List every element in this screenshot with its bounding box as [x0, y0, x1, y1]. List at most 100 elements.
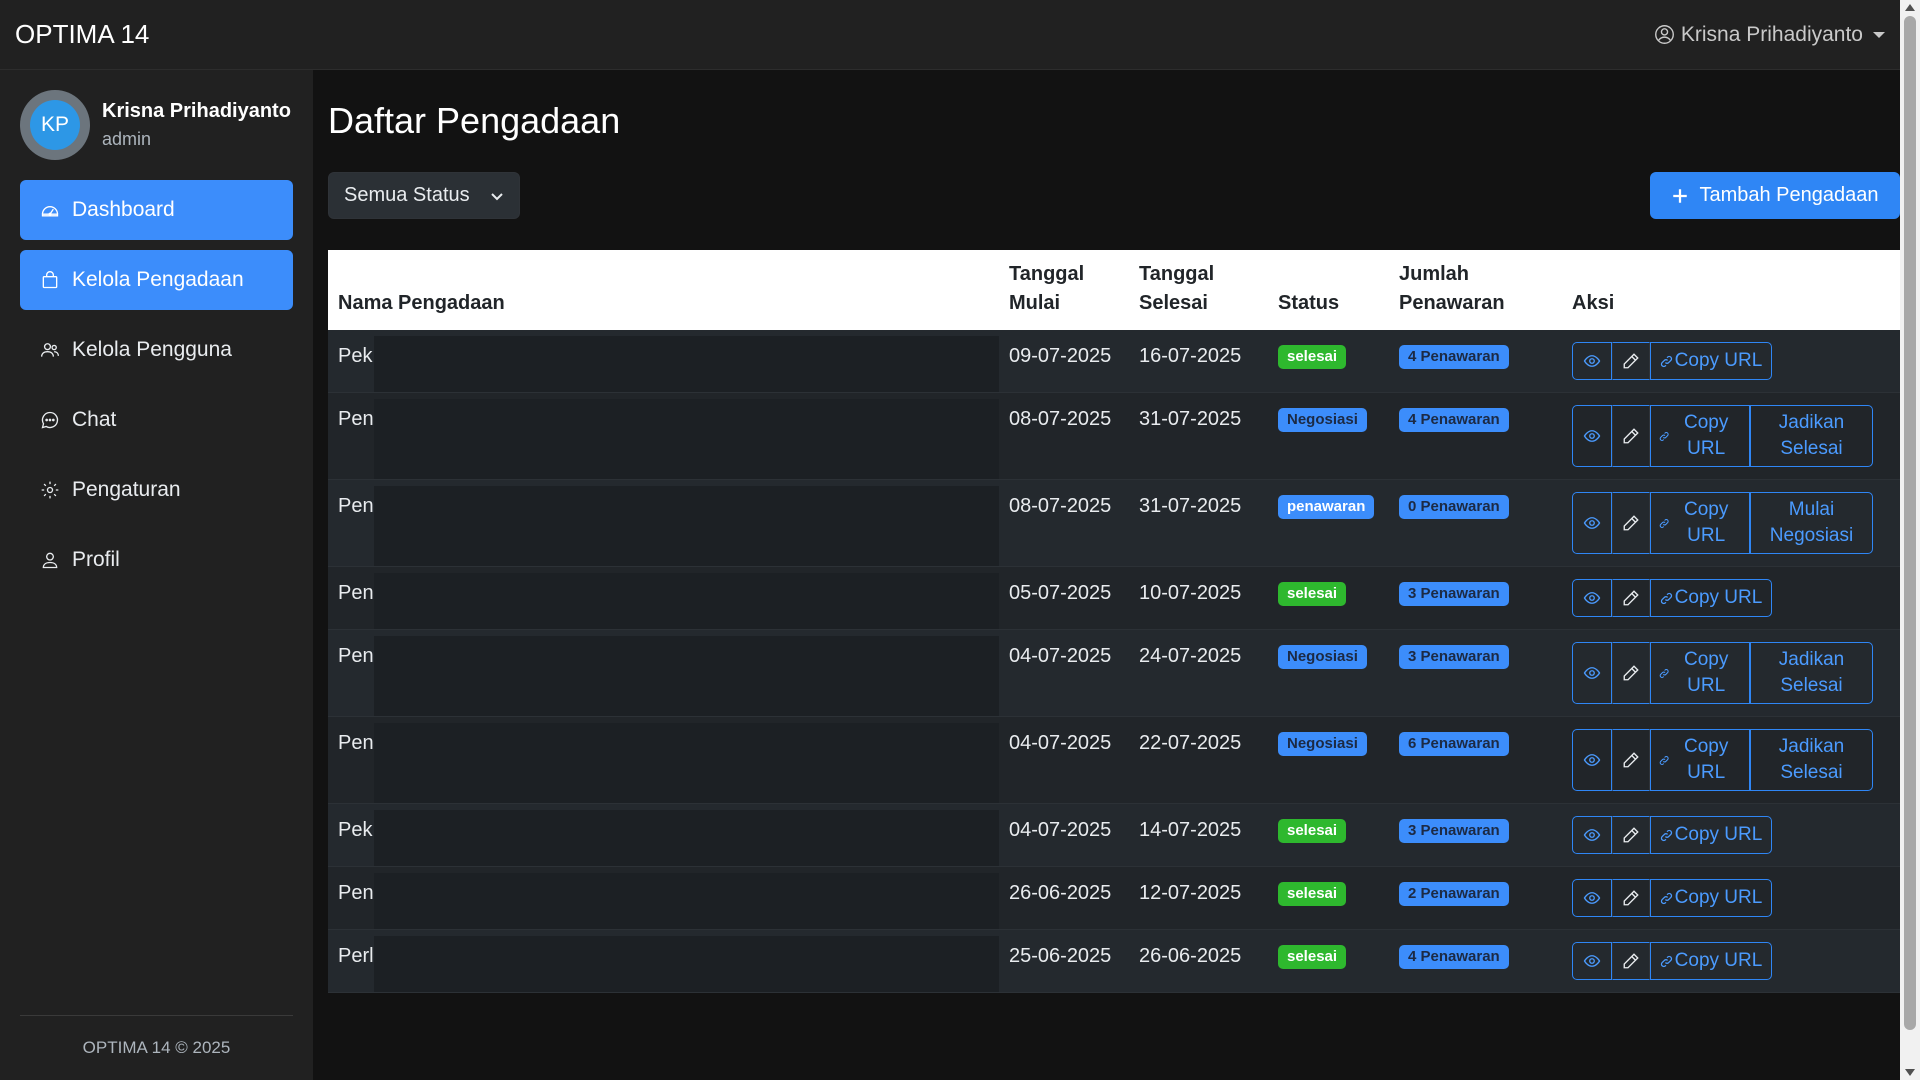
cell-status: penawaran	[1268, 479, 1389, 567]
view-button[interactable]	[1572, 492, 1612, 554]
view-button[interactable]	[1572, 405, 1612, 467]
cell-name: Pen	[328, 716, 999, 804]
cell-offers: 3 Penawaran	[1389, 803, 1562, 867]
edit-button[interactable]	[1612, 942, 1650, 980]
copy-url-button[interactable]: Copy URL	[1650, 579, 1772, 617]
sidebar-user-name: Krisna Prihadiyanto	[102, 100, 291, 122]
table-row: Pek Kan 09-07-202516-07-2025 selesai 4 Pena…	[328, 330, 1900, 393]
action-button-group: Copy URL Jadikan Selesai	[1572, 729, 1890, 791]
copy-url-label: Copy URL	[1674, 824, 1763, 845]
chevron-down-icon	[491, 192, 503, 200]
scrollbar-thumb[interactable]	[1904, 16, 1916, 1030]
table-row: Pen 05-07-2025 10-07-2025 selesai 3 Penawara…	[328, 566, 1900, 630]
view-button[interactable]	[1572, 579, 1612, 617]
view-button[interactable]	[1572, 879, 1612, 917]
edit-button[interactable]	[1612, 729, 1650, 791]
procurement-name: Pek Kan	[338, 819, 374, 841]
status-badge: selesai	[1278, 881, 1347, 906]
offers-count-badge: 3 Penawaran	[1399, 818, 1509, 843]
copy-url-label: Copy URL	[1683, 736, 1729, 783]
sidebar-item-chat[interactable]: Chat	[20, 390, 293, 450]
cell-status: selesai	[1268, 866, 1389, 930]
procurement-name: Pen	[338, 408, 374, 430]
cell-name: Pen	[328, 629, 999, 717]
status-badge: Negosiasi	[1278, 407, 1367, 432]
cell-offers: 4 Penawaran	[1389, 392, 1562, 480]
cell-actions: Copy URL	[1562, 929, 1900, 993]
view-button[interactable]	[1572, 642, 1612, 704]
cell-start-date: 04-07-2025	[999, 803, 1129, 867]
edit-button[interactable]	[1612, 642, 1650, 704]
copy-url-button[interactable]: Copy URL	[1650, 816, 1772, 854]
status-badge: selesai	[1278, 344, 1347, 369]
link-icon	[1660, 955, 1672, 967]
eye-icon	[1583, 430, 1601, 442]
cell-start-date: 08-07-2025	[999, 392, 1129, 480]
edit-button[interactable]	[1612, 342, 1650, 380]
sidebar-item-kelola-pengadaan[interactable]: Kelola Pengadaan	[20, 250, 293, 310]
cell-status: Negosiasi	[1268, 629, 1389, 717]
sidebar-item-kelola-pengguna[interactable]: Kelola Pengguna	[20, 320, 293, 380]
copy-url-button[interactable]: Copy URL	[1650, 879, 1772, 917]
view-button[interactable]	[1572, 729, 1612, 791]
dashboard-icon	[41, 206, 59, 217]
edit-button[interactable]	[1612, 816, 1650, 854]
gear-icon	[41, 481, 59, 499]
table-row: Perl 25-06-2025 26-06-2025 selesai 4 Penawar…	[328, 929, 1900, 993]
action-button-group: Copy URL	[1572, 579, 1890, 617]
copy-url-label: Copy URL	[1674, 950, 1763, 971]
view-button[interactable]	[1572, 342, 1612, 380]
view-button[interactable]	[1572, 816, 1612, 854]
status-action-button[interactable]: Jadikan Selesai	[1750, 405, 1873, 467]
copy-url-button[interactable]: Copy URL	[1650, 642, 1750, 704]
copy-url-button[interactable]: Copy URL	[1650, 405, 1750, 467]
offers-count-badge: 6 Penawaran	[1399, 731, 1509, 756]
status-badge: penawaran	[1278, 494, 1375, 519]
edit-button[interactable]	[1612, 579, 1650, 617]
pencil-icon	[1623, 590, 1639, 606]
add-procurement-button[interactable]: Tambah Pengadaan	[1650, 172, 1900, 219]
scroll-up-arrow-icon[interactable]	[1905, 4, 1915, 11]
eye-icon	[1583, 829, 1601, 841]
status-action-button[interactable]: Mulai Negosiasi	[1750, 492, 1873, 554]
pencil-icon	[1623, 353, 1639, 369]
brand-logo-text[interactable]: OPTIMA 14	[15, 19, 149, 50]
scroll-down-arrow-icon[interactable]	[1905, 1069, 1915, 1076]
cell-name: Pek Kan	[328, 803, 999, 867]
copy-url-button[interactable]: Copy URL	[1650, 342, 1772, 380]
edit-button[interactable]	[1612, 879, 1650, 917]
copy-url-button[interactable]: Copy URL	[1650, 942, 1772, 980]
status-action-button[interactable]: Jadikan Selesai	[1750, 729, 1873, 791]
sidebar-item-dashboard[interactable]: Dashboard	[20, 180, 293, 240]
sidebar-item-profil[interactable]: Profil	[20, 530, 293, 590]
copy-url-button[interactable]: Copy URL	[1650, 729, 1750, 791]
table-row: Pen 26-06-2025 12-07-2025 selesai 2 Penawara…	[328, 866, 1900, 930]
sidebar-item-label: Profil	[72, 548, 120, 571]
edit-button[interactable]	[1612, 492, 1650, 554]
link-icon	[1660, 892, 1672, 904]
view-button[interactable]	[1572, 942, 1612, 980]
main-content: Daftar Pengadaan Semua Status Tambah Pen…	[313, 70, 1900, 1080]
copy-url-label: Copy URL	[1683, 499, 1729, 546]
cell-end-date: 22-07-2025	[1129, 716, 1268, 804]
redacted-area	[374, 636, 999, 716]
cell-offers: 0 Penawaran	[1389, 479, 1562, 567]
page-scrollbar[interactable]	[1900, 0, 1920, 1080]
action-button-group: Copy URL Jadikan Selesai	[1572, 405, 1890, 467]
cell-start-date: 04-07-2025	[999, 629, 1129, 717]
status-filter-select[interactable]: Semua Status	[328, 172, 520, 219]
action-button-group: Copy URL Mulai Negosiasi	[1572, 492, 1890, 554]
link-icon	[1660, 829, 1672, 841]
copy-url-button[interactable]: Copy URL	[1650, 492, 1750, 554]
sidebar-user-role: admin	[102, 129, 152, 149]
sidebar: KP Krisna Prihadiyanto admin Dashboard K…	[0, 70, 313, 1080]
sidebar-item-pengaturan[interactable]: Pengaturan	[20, 460, 293, 520]
edit-button[interactable]	[1612, 405, 1650, 467]
offers-count-badge: 2 Penawaran	[1399, 881, 1509, 906]
status-action-button[interactable]: Jadikan Selesai	[1750, 642, 1873, 704]
column-header-actions: Aksi	[1562, 250, 1900, 330]
status-badge: selesai	[1278, 581, 1347, 606]
user-dropdown[interactable]: Krisna Prihadiyanto	[1654, 23, 1885, 47]
cell-end-date: 12-07-2025	[1129, 866, 1268, 930]
sidebar-nav: Dashboard Kelola Pengadaan Kelola Penggu…	[0, 180, 313, 590]
